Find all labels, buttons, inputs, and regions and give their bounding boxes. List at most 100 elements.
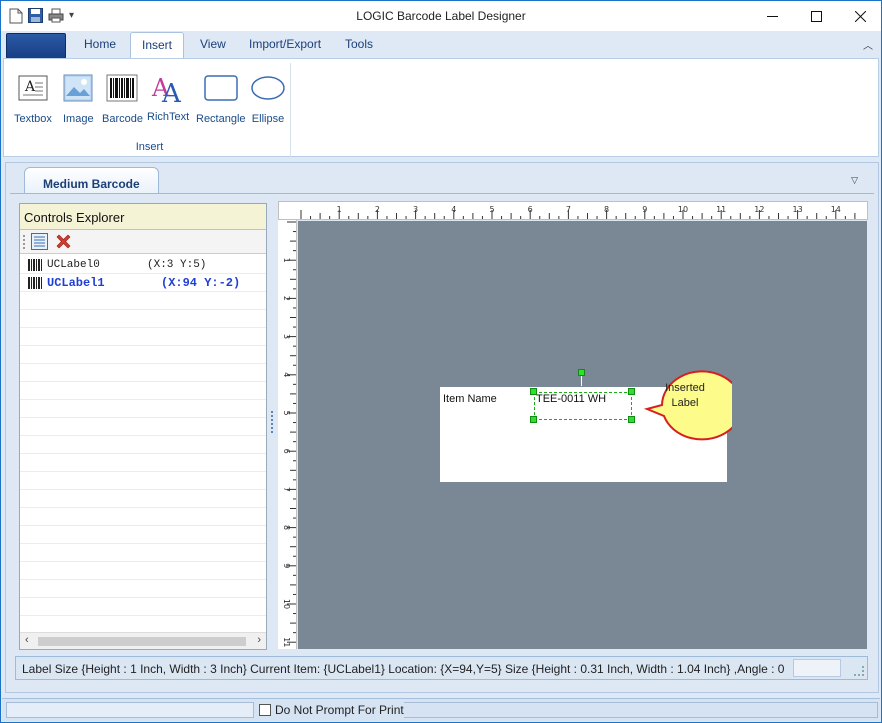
item-name-text[interactable]: Item Name: [443, 393, 497, 405]
ruler-label: 1: [337, 205, 342, 214]
vertical-ruler-ticks: 1 2 3 4 5 6 7 8 9 10 11: [282, 221, 296, 647]
document-tab-divider: [10, 193, 874, 194]
panel-splitter[interactable]: [269, 203, 278, 650]
rectangle-button[interactable]: Rectangle: [196, 71, 246, 125]
svg-text:A: A: [161, 79, 182, 104]
item-name: UCLabel0: [47, 259, 100, 271]
application-menu-button[interactable]: [6, 33, 66, 59]
ruler-label: 14: [831, 205, 841, 214]
bottom-status-field: [6, 702, 254, 718]
ruler-label: 5: [489, 205, 494, 214]
vertical-ruler: 1 2 3 4 5 6 7 8 9 10 11: [278, 220, 297, 649]
bottom-status-field-right: [404, 702, 878, 718]
ruler-label: 2: [282, 296, 291, 301]
tab-tools[interactable]: Tools: [345, 37, 373, 51]
horizontal-ruler-ticks: 1 2 3 4 5 6 7 8 9 10 11 12 13 14: [300, 205, 856, 219]
resize-handle-top-left[interactable]: [530, 388, 537, 395]
explorer-horizontal-scrollbar[interactable]: ‹ ›: [20, 632, 266, 649]
close-button[interactable]: [837, 1, 882, 31]
ruler-label: 11: [716, 205, 726, 214]
ruler-label: 8: [604, 205, 609, 214]
barcode-item-icon: [28, 277, 42, 289]
list-item[interactable]: UCLabel0 (X:3 Y:5): [20, 256, 266, 274]
list-item-selected[interactable]: UCLabel1 (X:94 Y:-2): [20, 274, 266, 292]
document-list-dropdown-icon[interactable]: ▽: [851, 175, 858, 186]
svg-text:A: A: [24, 79, 36, 95]
scroll-left-icon[interactable]: ‹: [25, 634, 29, 646]
ruler-label: 2: [375, 205, 380, 214]
explorer-toolbar: [20, 230, 266, 254]
insert-group: A Textbox Image Barcode AA RichText Rect…: [8, 63, 291, 157]
textbox-label: Textbox: [14, 113, 52, 125]
barcode-label: Barcode: [102, 113, 143, 125]
design-canvas[interactable]: Item Name TEE-0011 WH Inserted Label: [298, 221, 867, 649]
do-not-prompt-checkbox[interactable]: Do Not Prompt For Print: [259, 703, 404, 717]
richtext-label: RichText: [147, 111, 190, 123]
tab-import-export[interactable]: Import/Export: [249, 37, 321, 51]
ruler-label: 6: [282, 449, 291, 454]
item-position: (X:3 Y:5): [147, 259, 207, 271]
status-bar: Label Size {Height : 1 Inch, Width : 3 I…: [15, 656, 868, 680]
selected-label-element[interactable]: TEE-0011 WH: [534, 392, 632, 420]
delete-icon[interactable]: [55, 233, 72, 253]
app-window: ▾ LOGIC Barcode Label Designer Home Inse…: [0, 0, 882, 723]
ruler-label: 4: [282, 372, 291, 377]
scrollbar-thumb[interactable]: [38, 637, 246, 646]
horizontal-ruler: 1 2 3 4 5 6 7 8 9 10 11 12 13 14: [278, 201, 868, 220]
selected-label-value: TEE-0011 WH: [536, 393, 607, 405]
textbox-button[interactable]: A Textbox: [14, 71, 52, 125]
ellipse-button[interactable]: Ellipse: [251, 71, 285, 125]
ruler-label: 7: [282, 487, 291, 492]
ellipse-icon: [251, 71, 285, 105]
image-button[interactable]: Image: [63, 71, 94, 125]
document-tab[interactable]: Medium Barcode: [24, 167, 159, 194]
ruler-label: 11: [282, 637, 291, 647]
ruler-label: 6: [528, 205, 533, 214]
ruler-label: 5: [282, 410, 291, 415]
ellipse-label: Ellipse: [251, 113, 285, 125]
scroll-right-icon[interactable]: ›: [257, 634, 261, 646]
rectangle-label: Rectangle: [196, 113, 246, 125]
ruler-label: 10: [678, 205, 688, 214]
callout-text: Inserted Label: [665, 382, 705, 409]
properties-list-icon[interactable]: [31, 233, 48, 253]
ribbon-tab-bar: Home Insert View Import/Export Tools ︿: [1, 31, 881, 59]
ruler-label: 7: [566, 205, 571, 214]
image-icon: [63, 71, 93, 105]
ruler-label: 8: [282, 525, 291, 530]
tab-insert[interactable]: Insert: [130, 32, 185, 59]
ruler-label: 3: [282, 334, 291, 339]
barcode-button[interactable]: Barcode: [102, 71, 143, 125]
ribbon-panel: A Textbox Image Barcode AA RichText Rect…: [3, 58, 879, 157]
splitter-grip: [271, 411, 275, 433]
textbox-icon: A: [18, 71, 48, 105]
resize-handle-top-right[interactable]: [628, 388, 635, 395]
maximize-button[interactable]: [793, 1, 839, 31]
image-label: Image: [63, 113, 94, 125]
ruler-label: 3: [413, 205, 418, 214]
controls-list: UCLabel0 (X:3 Y:5) UCLabel1 (X:94 Y:-2): [20, 256, 266, 632]
barcode-icon: [106, 71, 138, 105]
resize-handle-bottom-right[interactable]: [628, 416, 635, 423]
rectangle-icon: [204, 71, 238, 105]
controls-explorer-title: Controls Explorer: [20, 204, 266, 230]
controls-explorer: Controls Explorer UCLabel0 (X:3 Y:5) UCL…: [19, 203, 267, 650]
checkbox-box[interactable]: [259, 704, 271, 716]
ruler-label: 12: [754, 205, 764, 214]
status-progress-box: [793, 659, 841, 677]
ruler-label: 1: [282, 258, 291, 263]
title-bar: ▾ LOGIC Barcode Label Designer: [1, 1, 881, 31]
ruler-label: 4: [451, 205, 456, 214]
richtext-button[interactable]: AA RichText: [147, 71, 189, 123]
item-position: (X:94 Y:-2): [161, 276, 241, 290]
toolbar-grip: [23, 235, 26, 249]
ruler-label: 10: [282, 599, 291, 609]
tab-home[interactable]: Home: [84, 37, 116, 51]
ruler-label: 9: [642, 205, 647, 214]
collapse-ribbon-icon[interactable]: ︿: [863, 37, 873, 52]
minimize-button[interactable]: [749, 1, 795, 31]
tab-view[interactable]: View: [200, 37, 226, 51]
bottom-bar: Do Not Prompt For Print: [2, 698, 880, 721]
resize-handle-bottom-left[interactable]: [530, 416, 537, 423]
rotation-handle[interactable]: [578, 369, 585, 376]
